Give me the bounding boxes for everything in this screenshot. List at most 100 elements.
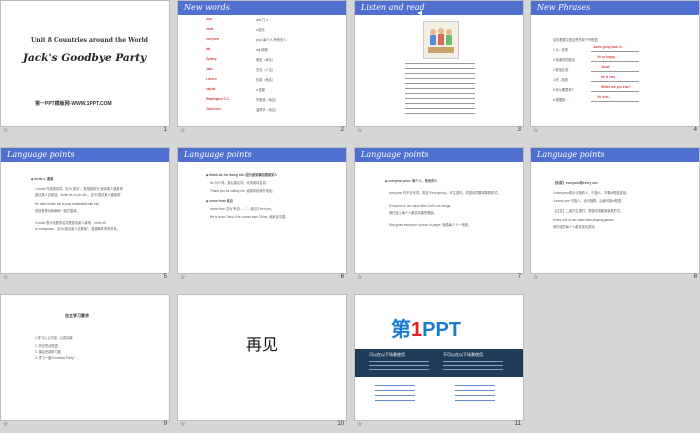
slide-2-cell[interactable]: New words door invite everyone fair Sydn… bbox=[177, 0, 347, 135]
word: Vancouver bbox=[206, 107, 222, 111]
slide-number: 11 bbox=[514, 421, 521, 427]
word: Washington D.C. bbox=[206, 97, 230, 101]
text-line: 邀请某人去某处。Invite sb. to do sth.；意为“邀请某人做某事… bbox=[35, 193, 122, 197]
slide-number: 5 bbox=[163, 274, 167, 280]
point-heading: ◆ thank sb. for doing sth. 因为做某事而感谢某人 bbox=[206, 173, 278, 177]
star-icon[interactable]: ☆ bbox=[180, 127, 185, 134]
word: Sydney bbox=[206, 57, 217, 61]
slide-header: New words bbox=[178, 1, 346, 15]
text-line: ①everyone表示泛指的人，只指人，不跟of短语连用。 bbox=[553, 191, 630, 195]
text-line: ①invite 作及物动词，意为“邀请”，常用结构为“邀请某人做某事” bbox=[35, 187, 124, 191]
slide-8-cell[interactable]: Language points 【拓展】everyone和every one ①… bbox=[530, 147, 700, 282]
phrase-line: 1.为...告别 bbox=[553, 48, 568, 52]
slide-thumbnail[interactable]: 第1PPT 可以在以下场景使用 不可以在以下场景使用 bbox=[354, 294, 524, 421]
slide-number: 8 bbox=[693, 274, 697, 280]
definition: v.邀请 bbox=[256, 28, 265, 32]
slide-title: Listen and read bbox=[361, 3, 425, 12]
slide-number: 9 bbox=[163, 421, 167, 427]
slide-title: New Phrases bbox=[537, 3, 591, 12]
text-line: 1.学习以上内容，认真阅读 bbox=[35, 336, 73, 340]
text-line: He is from China.=He comes from China. 他… bbox=[210, 215, 289, 219]
phrase-line: 3.参加比赛 bbox=[553, 68, 569, 72]
slide-number: 1 bbox=[163, 127, 167, 133]
slide-title: Language points bbox=[184, 150, 252, 159]
site-label: 第一PPT模板网-WWW.1PPT.COM bbox=[35, 101, 112, 107]
slide-1-cell[interactable]: Unit 8 Countries around the World Jack's… bbox=[0, 0, 170, 135]
text-line: 2. 熟记重点短语 bbox=[35, 344, 58, 348]
slide-header: Language points bbox=[531, 148, 699, 162]
slide-9-cell[interactable]: 自主学习要求 1.学习以上内容，认真阅读 2. 熟记重点短语 3. 课后完成练习… bbox=[0, 294, 170, 429]
slide-4-cell[interactable]: New Phrases 请你根据汉语意思完成下列短语 1.为...告别 2.感谢… bbox=[530, 0, 700, 135]
slide-thumbnail[interactable]: Language points ◆ everyone pron. 每个人，所有的… bbox=[354, 147, 524, 274]
answer-text: Great! bbox=[601, 65, 610, 69]
point-heading: ◆ invite v. 邀请 bbox=[31, 177, 54, 181]
star-icon[interactable]: ☆ bbox=[3, 421, 8, 428]
phrase-line: 6.美国的.... bbox=[553, 98, 569, 102]
info-band: 可以在以下场景使用 不可以在以下场景使用 bbox=[355, 349, 523, 377]
slide-5-cell[interactable]: Language points ◆ invite v. 邀请 ①invite 作… bbox=[0, 147, 170, 282]
text-line: 我们班的每个人都喜欢玩游戏。 bbox=[553, 225, 598, 229]
definition: n.首都 bbox=[256, 88, 266, 92]
phrase-line: 5.你从哪里来？ bbox=[553, 88, 575, 92]
slide-thumbnail[interactable]: New Phrases 请你根据汉语意思完成下列短语 1.为...告别 2.感谢… bbox=[530, 0, 700, 127]
definition: 伦敦（地名） bbox=[256, 78, 276, 82]
text-line: 3. 课后完成练习题 bbox=[35, 350, 61, 354]
slide-number: 7 bbox=[517, 274, 521, 280]
definition: 华盛顿（地名） bbox=[256, 98, 279, 102]
slide-header: Language points bbox=[355, 148, 523, 162]
definition: adj.晴朗 bbox=[256, 48, 268, 52]
slide-header: Listen and read bbox=[355, 1, 523, 15]
text-line: 他没有邀请我和他一起打篮球。 bbox=[35, 209, 80, 213]
star-icon[interactable]: ☆ bbox=[3, 274, 8, 281]
definition: 温哥华（地名） bbox=[256, 108, 279, 112]
definition: pron.每个人;所有的人 bbox=[256, 38, 287, 42]
usage-allowed-heading: 可以在以下场景使用 bbox=[369, 352, 405, 357]
slide-11-cell[interactable]: 第1PPT 可以在以下场景使用 不可以在以下场景使用 ☆ 11 bbox=[354, 294, 524, 429]
slide-thumbnail[interactable]: Language points ◆ thank sb. for doing st… bbox=[177, 147, 347, 274]
slide-7-cell[interactable]: Language points ◆ everyone pron. 每个人，所有的… bbox=[354, 147, 524, 282]
text-line: 4. 学习一遍“Goodbye Party” bbox=[35, 356, 75, 360]
star-icon[interactable]: ☆ bbox=[533, 274, 538, 281]
word: Jake bbox=[206, 67, 213, 71]
slide-3-cell[interactable]: Listen and read ☆ 3 bbox=[354, 0, 524, 135]
farewell-text: 再见 bbox=[246, 335, 279, 354]
brand-prefix: 第 bbox=[391, 319, 411, 341]
star-icon[interactable]: ☆ bbox=[357, 127, 362, 134]
star-icon[interactable]: ☆ bbox=[533, 127, 538, 134]
star-icon[interactable]: ☆ bbox=[3, 127, 8, 134]
brand-digit: 1 bbox=[411, 319, 423, 341]
text-line: Thank you for calling me. 谢谢你给我打电话。 bbox=[210, 189, 276, 193]
answer-text: I'm from... bbox=[597, 95, 612, 99]
slide-thumbnail[interactable]: 自主学习要求 1.学习以上内容，认真阅读 2. 熟记重点短语 3. 课后完成练习… bbox=[0, 294, 170, 421]
star-icon[interactable]: ☆ bbox=[357, 421, 362, 428]
slide-10-cell[interactable]: 再见 ☆ 10 bbox=[177, 294, 347, 429]
word: fair bbox=[206, 47, 211, 51]
slide-thumbnail[interactable]: Language points 【拓展】everyone和every one ①… bbox=[530, 147, 700, 274]
slide-thumbnail[interactable]: New words door invite everyone fair Sydn… bbox=[177, 0, 347, 127]
slide-number: 10 bbox=[337, 421, 344, 427]
slide-title: Language points bbox=[7, 150, 75, 159]
slide-header: New Phrases bbox=[531, 1, 699, 15]
slide-thumbnail[interactable]: Unit 8 Countries around the World Jack's… bbox=[0, 0, 170, 127]
star-icon[interactable]: ☆ bbox=[180, 274, 185, 281]
slide-number: 6 bbox=[340, 274, 344, 280]
page-heading: 自主学习要求 bbox=[65, 313, 89, 318]
slide-thumbnail[interactable]: Language points ◆ invite v. 邀请 ①invite 作… bbox=[0, 147, 170, 274]
instruction-text: 请你根据汉语意思完成下列短语 bbox=[553, 38, 598, 42]
slide-6-cell[interactable]: Language points ◆ thank sb. for doing st… bbox=[177, 147, 347, 282]
answer-text: He is very... bbox=[601, 75, 618, 79]
slide-thumbnail[interactable]: 再见 bbox=[177, 294, 347, 421]
brand-suffix: PPT bbox=[422, 319, 462, 341]
star-icon[interactable]: ☆ bbox=[180, 421, 185, 428]
text-line: 我们班上每个人都喜欢崔的歌曲。 bbox=[389, 211, 437, 215]
slide-thumbnail[interactable]: Listen and read bbox=[354, 0, 524, 127]
slide-number: 2 bbox=[340, 127, 344, 133]
star-icon[interactable]: ☆ bbox=[357, 274, 362, 281]
speaker-icon[interactable] bbox=[417, 4, 425, 16]
text-line: Everyone in our class likes Cui's Lee so… bbox=[389, 204, 452, 208]
text-line: for 为介词，其后接名词，代词或动名词。 bbox=[210, 181, 269, 185]
text-line: He didn't invite me to play basketball w… bbox=[35, 202, 101, 206]
text-line: She gives everyone a piece of paper. 她给每… bbox=[389, 223, 472, 227]
point-heading: ◆ come from 来自 bbox=[206, 199, 233, 203]
slide-number: 4 bbox=[693, 127, 697, 133]
